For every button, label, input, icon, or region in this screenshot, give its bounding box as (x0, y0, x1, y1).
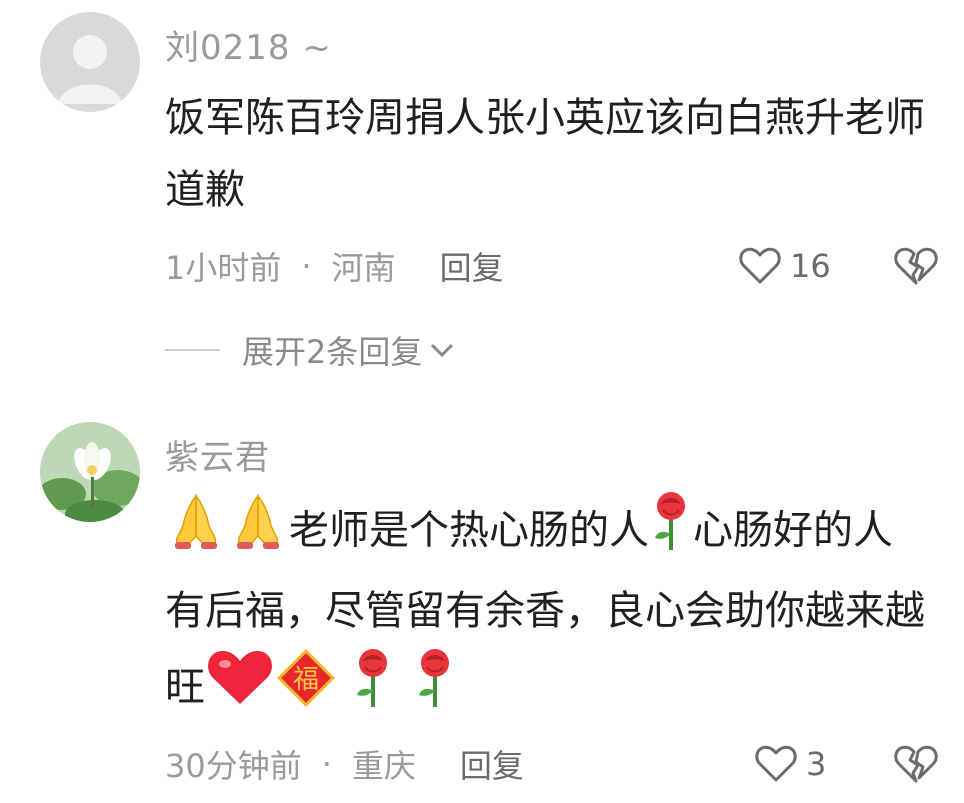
comment-text: 饭军陈百玲周捐人张小英应该向白燕升老师道歉 (165, 95, 925, 213)
chevron-down-icon (431, 343, 454, 358)
location: 河南 (331, 249, 396, 287)
heart-icon (755, 745, 797, 782)
red-heart-emoji (205, 648, 275, 731)
expand-replies-label: 展开2条回复 (242, 333, 423, 371)
like-button[interactable]: 16 (738, 244, 831, 288)
broken-heart-icon (894, 745, 938, 783)
rose-emoji (649, 490, 693, 575)
comment-item: 刘0218 ~ 饭军陈百玲周捐人张小英应该向白燕升老师道歉 1小时前 · 河南 … (0, 0, 964, 390)
timestamp: 1小时前 (165, 249, 282, 287)
rose-emoji (413, 647, 457, 732)
comment-meta: 30分钟前 · 重庆 回复 (165, 742, 524, 786)
like-button[interactable]: 3 (754, 742, 826, 786)
username[interactable]: 紫云君 (165, 430, 270, 479)
username[interactable]: 刘0218 ~ (165, 20, 332, 69)
dislike-button[interactable] (892, 742, 940, 786)
comment-text-part: 老师是个热心肠的人 (289, 507, 649, 554)
separator-dot: · (321, 745, 332, 783)
location: 重庆 (351, 747, 416, 785)
rose-emoji (351, 647, 395, 732)
default-avatar-icon (58, 35, 122, 104)
comment-text: 老师是个热心肠的人 心肠好的人有后福，尽管留有余香，良心会助你越来越旺 福 (165, 490, 925, 732)
praying-hands-emoji (227, 492, 289, 573)
like-count: 3 (806, 745, 827, 783)
avatar[interactable] (40, 12, 140, 112)
dislike-button[interactable] (892, 244, 940, 288)
avatar[interactable] (40, 422, 140, 522)
reply-button[interactable]: 回复 (440, 243, 504, 289)
fu-charm-emoji: 福 (275, 647, 337, 732)
separator-dot: · (301, 247, 312, 285)
divider-line (165, 349, 220, 351)
timestamp: 30分钟前 (165, 747, 302, 785)
praying-hands-emoji (165, 492, 227, 573)
lotus-avatar-icon (40, 422, 140, 522)
fu-character: 福 (293, 665, 319, 695)
comment-item: 紫云君 老师是个热心肠的人 心肠好的人有后福，尽管留有余香，良心会助你越来越旺 … (0, 390, 964, 803)
broken-heart-icon (894, 247, 938, 285)
comment-meta: 1小时前 · 河南 回复 (165, 244, 504, 288)
expand-replies[interactable]: 展开2条回复 (165, 328, 456, 372)
heart-icon (739, 247, 781, 284)
reply-button[interactable]: 回复 (460, 741, 524, 787)
like-count: 16 (790, 247, 831, 285)
